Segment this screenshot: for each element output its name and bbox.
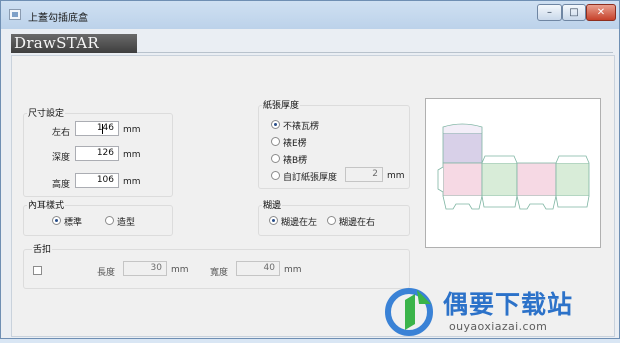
title-bar[interactable]: 上蓋勾插底盒 – □ ✕ — [1, 1, 619, 29]
site-watermark: 偶要下载站 ouyaoxiazai.com — [379, 280, 620, 340]
height-input[interactable]: 106 — [75, 173, 119, 188]
depth-unit: mm — [123, 150, 141, 160]
glue-group-label: 糊邊 — [262, 198, 283, 211]
height-unit: mm — [123, 177, 141, 187]
tongue-length-input[interactable]: 30 — [123, 261, 167, 276]
height-label: 高度 — [52, 180, 71, 190]
dust-flap-left — [481, 155, 518, 164]
lid-panel — [442, 132, 483, 164]
tongue-checkbox[interactable] — [33, 266, 42, 275]
watermark-logo-icon — [385, 288, 433, 336]
tongue-width-unit: mm — [284, 265, 302, 275]
text-caret — [102, 124, 103, 134]
tongue-width-label: 寬度 — [210, 268, 229, 278]
box-dieline-preview — [425, 98, 601, 248]
depth-label: 深度 — [52, 153, 71, 163]
close-button[interactable]: ✕ — [586, 4, 616, 21]
paper-b-flute-label: 裱B楞 — [283, 156, 308, 166]
logo-divider — [137, 52, 613, 53]
paper-custom-radio[interactable] — [271, 171, 280, 180]
lid-flap — [442, 123, 483, 133]
ear-shaped-label: 造型 — [117, 218, 136, 228]
glue-left-radio[interactable] — [269, 216, 278, 225]
minimize-button[interactable]: – — [537, 4, 562, 21]
width-label: 左右 — [52, 128, 71, 138]
ear-group-label: 內耳樣式 — [27, 198, 66, 211]
watermark-url: ouyaoxiazai.com — [449, 320, 548, 333]
glue-flap — [437, 166, 444, 193]
tongue-length-label: 長度 — [97, 268, 116, 278]
width-input[interactable]: 146 — [75, 121, 119, 136]
paper-custom-unit: mm — [387, 171, 405, 181]
width-unit: mm — [123, 125, 141, 135]
glue-left-label: 糊邊在左 — [281, 218, 318, 228]
app-window: 上蓋勾插底盒 – □ ✕ DrawSTAR 尺寸設定 左右 146 mm 深度 … — [0, 0, 620, 339]
paper-b-flute-radio[interactable] — [271, 154, 280, 163]
ear-standard-label: 標準 — [64, 218, 83, 228]
ear-shaped-radio[interactable] — [105, 216, 114, 225]
tongue-group-label: 舌扣 — [32, 242, 53, 255]
drawstar-logo: DrawSTAR — [11, 34, 137, 53]
app-icon — [9, 9, 21, 20]
dieline-drawing — [437, 123, 590, 210]
paper-none-label: 不裱瓦楞 — [283, 122, 320, 132]
side-panel-right — [555, 162, 590, 197]
maximize-button[interactable]: □ — [562, 4, 586, 21]
glue-right-label: 糊邊在右 — [339, 218, 376, 228]
tongue-width-input[interactable]: 40 — [236, 261, 280, 276]
dust-flap-right — [555, 155, 590, 164]
watermark-brand: 偶要下载站 — [443, 290, 574, 319]
front-panel — [442, 162, 483, 197]
back-panel — [516, 162, 557, 197]
bottom-flap-side-right — [555, 195, 590, 208]
window-title: 上蓋勾插底盒 — [28, 13, 88, 24]
paper-group-label: 紙張厚度 — [262, 98, 301, 111]
ear-standard-radio[interactable] — [52, 216, 61, 225]
size-group-label: 尺寸設定 — [27, 106, 66, 119]
side-panel-left — [481, 162, 518, 197]
glue-right-radio[interactable] — [327, 216, 336, 225]
bottom-flap-back — [516, 195, 557, 210]
paper-none-radio[interactable] — [271, 120, 280, 129]
paper-custom-input[interactable]: 2 — [345, 167, 383, 182]
tongue-length-unit: mm — [171, 265, 189, 275]
depth-input[interactable]: 126 — [75, 146, 119, 161]
paper-custom-label: 自訂紙張厚度 — [283, 173, 338, 183]
paper-e-flute-label: 裱E楞 — [283, 139, 307, 149]
paper-e-flute-radio[interactable] — [271, 137, 280, 146]
bottom-flap-front — [442, 195, 483, 210]
bottom-flap-side-left — [481, 195, 518, 208]
